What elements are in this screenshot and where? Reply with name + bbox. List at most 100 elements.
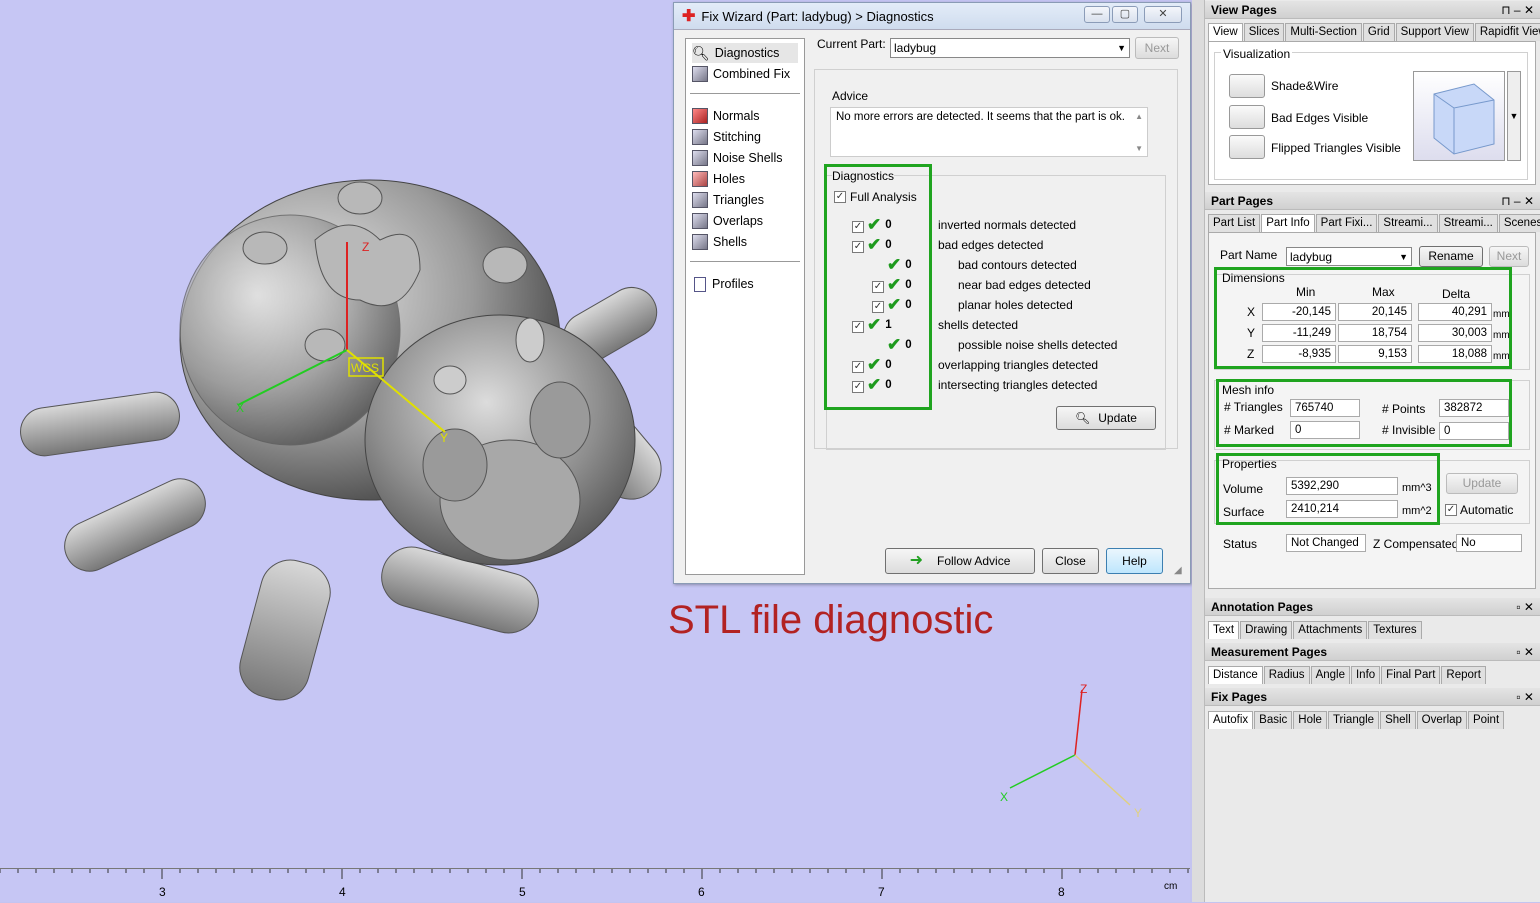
minimize-icon[interactable]: —	[1084, 6, 1110, 23]
ruler-label: 8	[1058, 885, 1065, 899]
shade-wire-icon[interactable]	[1229, 74, 1265, 98]
part-name-select[interactable]: ladybug ▼	[1286, 247, 1412, 266]
tab-radius[interactable]: Radius	[1263, 666, 1310, 684]
scroll-down-icon[interactable]: ▼	[1135, 144, 1143, 153]
restore-close-icon[interactable]: ▫ ✕	[1516, 598, 1534, 616]
view-pages-title[interactable]: View Pages ⊓ – ✕	[1205, 1, 1540, 19]
tab-streami[interactable]: Streami...	[1378, 214, 1438, 232]
current-part-value: ladybug	[894, 41, 937, 55]
tab-drawing[interactable]: Drawing	[1240, 621, 1293, 639]
help-button[interactable]: Help	[1106, 548, 1163, 574]
automatic-checkbox[interactable]: ✓ Automatic	[1445, 503, 1513, 517]
part-pages-label: Part Pages	[1211, 194, 1274, 208]
view-pages-label: View Pages	[1211, 3, 1277, 17]
tab-basic[interactable]: Basic	[1254, 711, 1293, 729]
wcs-z-label: Z	[362, 240, 369, 254]
fix-pages-title[interactable]: Fix Pages ▫ ✕	[1205, 688, 1540, 706]
tab-scenes[interactable]: Scenes	[1498, 214, 1540, 232]
panel-splitter[interactable]	[1192, 0, 1205, 902]
diagnostic-text: possible noise shells detected	[958, 338, 1118, 352]
tab-textures[interactable]: Textures	[1368, 621, 1422, 639]
tab-angle[interactable]: Angle	[1310, 666, 1350, 684]
tab-view[interactable]: View	[1208, 23, 1243, 41]
tab-final-part[interactable]: Final Part	[1381, 666, 1441, 684]
tab-info[interactable]: Info	[1350, 666, 1381, 684]
diagnostic-text: inverted normals detected	[938, 218, 1077, 232]
restore-close-icon[interactable]: ▫ ✕	[1516, 688, 1534, 706]
view-dropdown-icon[interactable]: ▼	[1507, 71, 1521, 161]
tab-distance[interactable]: Distance	[1208, 666, 1263, 684]
follow-advice-button[interactable]: ➜ Follow Advice	[885, 548, 1035, 574]
part-next-button[interactable]: Next	[1489, 246, 1529, 267]
tab-hole[interactable]: Hole	[1293, 711, 1327, 729]
tab-grid[interactable]: Grid	[1362, 23, 1395, 41]
nav-item-combined-fix[interactable]: Combined Fix	[692, 64, 790, 84]
annotation-pages-title[interactable]: Annotation Pages ▫ ✕	[1205, 598, 1540, 616]
fix-pages-label: Fix Pages	[1211, 690, 1268, 704]
nav-item-overlaps[interactable]: Overlaps	[692, 211, 763, 231]
nav-item-triangles[interactable]: Triangles	[692, 190, 764, 210]
tab-report[interactable]: Report	[1441, 666, 1486, 684]
view-cube-icon[interactable]	[1413, 71, 1505, 161]
flipped-triangles-icon[interactable]	[1229, 135, 1265, 159]
checkbox[interactable]: ✓	[1445, 504, 1457, 516]
status-field: Not Changed	[1286, 534, 1366, 552]
scroll-up-icon[interactable]: ▲	[1135, 112, 1143, 121]
follow-advice-label: Follow Advice	[937, 554, 1011, 568]
nav-divider	[690, 93, 800, 94]
tab-part-list[interactable]: Part List	[1208, 214, 1261, 232]
tab-shell[interactable]: Shell	[1380, 711, 1416, 729]
wcs-y-label: Y	[440, 431, 448, 445]
view-tab-body: Visualization Shade&Wire Bad Edges Visib…	[1208, 41, 1536, 185]
restore-close-icon[interactable]: ▫ ✕	[1516, 643, 1534, 661]
resize-grip-icon[interactable]: ◢	[1174, 565, 1182, 576]
nav-label: Overlaps	[713, 214, 764, 228]
nav-item-stitching[interactable]: Stitching	[692, 127, 761, 147]
right-panels: View Pages ⊓ – ✕ View Slices Multi-Section G…	[1192, 0, 1540, 902]
tab-overlap[interactable]: Overlap	[1416, 711, 1467, 729]
close-button[interactable]: Close	[1042, 548, 1099, 574]
tab-slices[interactable]: Slices	[1243, 23, 1285, 41]
diagnostic-text: bad edges detected	[938, 238, 1044, 252]
pin-close-icon[interactable]: ⊓ – ✕	[1501, 1, 1534, 19]
nav-label: Profiles	[712, 277, 754, 291]
update-button[interactable]: 🔍︎ Update	[1056, 406, 1156, 430]
tab-multi-section[interactable]: Multi-Section	[1285, 23, 1362, 41]
pin-close-icon[interactable]: ⊓ – ✕	[1501, 192, 1534, 210]
measurement-pages-tabs: Distance Radius Angle Info Final Part Report	[1208, 666, 1487, 684]
nav-item-holes[interactable]: Holes	[692, 169, 745, 189]
tab-support-view[interactable]: Support View	[1395, 23, 1474, 41]
tab-part-fixi[interactable]: Part Fixi...	[1315, 214, 1378, 232]
diagnostic-text: overlapping triangles detected	[938, 358, 1099, 372]
tab-part-info[interactable]: Part Info	[1261, 214, 1315, 232]
next-button[interactable]: Next	[1135, 37, 1179, 59]
nav-item-normals[interactable]: Normals	[692, 106, 760, 126]
part-name-value: ladybug	[1290, 250, 1333, 264]
tab-triangle[interactable]: Triangle	[1327, 711, 1380, 729]
diagnostic-text: planar holes detected	[958, 298, 1073, 312]
nav-label: Stitching	[713, 130, 761, 144]
part-name-label: Part Name	[1220, 248, 1278, 262]
tab-text[interactable]: Text	[1208, 621, 1240, 639]
tab-autofix[interactable]: Autofix	[1208, 711, 1254, 729]
tab-rapidfit-view[interactable]: Rapidfit View	[1474, 23, 1540, 41]
rename-button[interactable]: Rename	[1419, 246, 1483, 267]
diagnostic-text: intersecting triangles detected	[938, 378, 1098, 392]
nav-item-diagnostics[interactable]: 🔍︎ Diagnostics	[692, 43, 798, 63]
current-part-select[interactable]: ladybug ▼	[890, 38, 1130, 58]
properties-update-button[interactable]: Update	[1446, 473, 1518, 494]
nav-item-noise-shells[interactable]: Noise Shells	[692, 148, 782, 168]
maximize-icon[interactable]: ▢	[1112, 6, 1138, 23]
z-compensated-field: No	[1456, 534, 1522, 552]
nav-label: Noise Shells	[713, 151, 783, 165]
tab-attachments[interactable]: Attachments	[1293, 621, 1368, 639]
cube-icon	[692, 108, 708, 124]
bad-edges-icon[interactable]	[1229, 105, 1265, 129]
nav-item-profiles[interactable]: Profiles	[692, 274, 754, 294]
tab-streami[interactable]: Streami...	[1438, 214, 1498, 232]
tab-point[interactable]: Point	[1467, 711, 1505, 729]
measurement-pages-title[interactable]: Measurement Pages ▫ ✕	[1205, 643, 1540, 661]
part-pages-title[interactable]: Part Pages ⊓ – ✕	[1205, 192, 1540, 210]
close-icon[interactable]: ✕	[1144, 6, 1182, 23]
nav-item-shells[interactable]: Shells	[692, 232, 747, 252]
